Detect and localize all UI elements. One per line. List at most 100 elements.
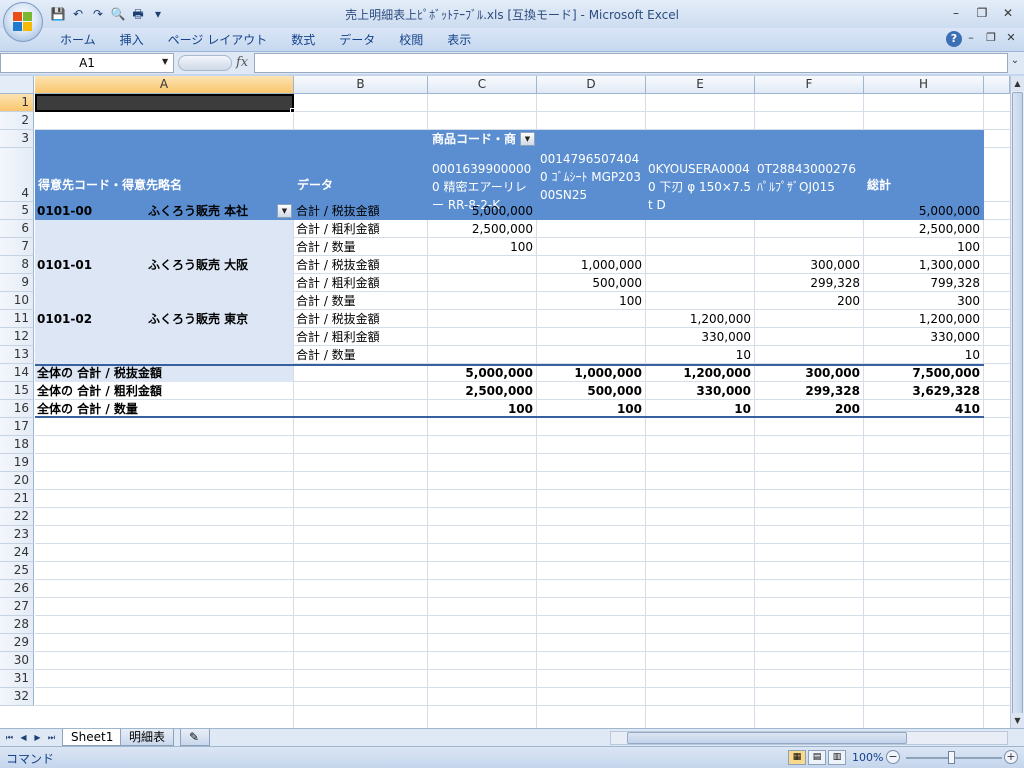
row-header[interactable]: 4	[0, 148, 34, 202]
column-header-b[interactable]: B	[294, 76, 428, 94]
row-header[interactable]: 5	[0, 202, 34, 220]
customer-name[interactable]: ふくろう販売 大阪	[148, 256, 292, 274]
row-header[interactable]: 32	[0, 688, 34, 706]
column-header-d[interactable]: D	[537, 76, 646, 94]
data-label[interactable]: 合計 / 税抜金額	[296, 310, 427, 328]
grand-total-value[interactable]: 2,500,000	[430, 382, 536, 400]
sheet-tab-sheet1[interactable]: Sheet1	[62, 729, 123, 746]
zoom-out-icon[interactable]: −	[886, 750, 900, 764]
customer-code[interactable]: 0101-00	[37, 202, 137, 220]
workbook-restore-button[interactable]: ❐	[984, 31, 998, 44]
tab-view[interactable]: 表示	[435, 31, 483, 51]
value-cell[interactable]	[648, 220, 754, 238]
normal-view-icon[interactable]: ▦	[788, 750, 806, 765]
value-cell[interactable]: 2,500,000	[866, 220, 983, 238]
value-cell[interactable]	[430, 346, 536, 364]
vertical-scroll-thumb[interactable]	[1012, 92, 1023, 742]
value-cell[interactable]: 1,300,000	[866, 256, 983, 274]
row-header[interactable]: 24	[0, 544, 34, 562]
first-sheet-icon[interactable]: ⏮	[4, 731, 15, 744]
data-label[interactable]: 合計 / 粗利金額	[296, 274, 427, 292]
select-all-corner[interactable]	[0, 76, 34, 94]
value-cell[interactable]	[757, 202, 863, 220]
value-cell[interactable]: 1,200,000	[648, 310, 754, 328]
vertical-scrollbar[interactable]: ▲ ▼	[1010, 76, 1024, 742]
close-button[interactable]: ✕	[996, 4, 1020, 22]
row-header[interactable]: 7	[0, 238, 34, 256]
grand-total-value[interactable]: 3,629,328	[866, 382, 983, 400]
customer-code[interactable]: 0101-02	[37, 310, 137, 328]
zoom-level[interactable]: 100%	[852, 751, 883, 764]
page-layout-view-icon[interactable]: ▤	[808, 750, 826, 765]
value-cell[interactable]: 100	[430, 238, 536, 256]
row-header[interactable]: 2	[0, 112, 34, 130]
grand-total-value[interactable]: 1,200,000	[648, 364, 754, 382]
value-cell[interactable]	[757, 220, 863, 238]
value-cell[interactable]: 100	[866, 238, 983, 256]
grand-total-label[interactable]: 全体の 合計 / 粗利金額	[37, 382, 292, 400]
value-cell[interactable]: 2,500,000	[430, 220, 536, 238]
column-header-e[interactable]: E	[646, 76, 755, 94]
value-cell[interactable]: 5,000,000	[430, 202, 536, 220]
value-cell[interactable]	[539, 202, 645, 220]
value-cell[interactable]	[648, 292, 754, 310]
grand-total-label[interactable]: 全体の 合計 / 税抜金額	[37, 364, 292, 382]
value-cell[interactable]: 299,328	[757, 274, 863, 292]
column-header-a[interactable]: A	[35, 76, 294, 94]
value-cell[interactable]	[648, 202, 754, 220]
value-cell[interactable]	[430, 328, 536, 346]
value-cell[interactable]	[430, 274, 536, 292]
data-label[interactable]: 合計 / 数量	[296, 346, 427, 364]
value-cell[interactable]	[648, 238, 754, 256]
value-cell[interactable]: 200	[757, 292, 863, 310]
customer-name[interactable]: ふくろう販売 東京	[148, 310, 292, 328]
formula-bar-splitter[interactable]	[178, 55, 232, 71]
scroll-up-icon[interactable]: ▲	[1011, 76, 1024, 91]
prev-sheet-icon[interactable]: ◀	[18, 731, 29, 744]
value-cell[interactable]	[539, 346, 645, 364]
grand-total-value[interactable]: 299,328	[757, 382, 863, 400]
restore-button[interactable]: ❐	[970, 4, 994, 22]
data-label[interactable]: 合計 / 数量	[296, 238, 427, 256]
selected-cell-a1[interactable]	[35, 94, 294, 112]
worksheet-grid[interactable]: ABCDEFH 1 2 3 4 5 6 7 8 9 10 11 12 13 14 15 16 17 18 19 20 2…	[0, 76, 1010, 728]
row-header[interactable]: 18	[0, 436, 34, 454]
row-header[interactable]: 16	[0, 400, 34, 418]
row-header[interactable]: 11	[0, 310, 34, 328]
row-header[interactable]: 9	[0, 274, 34, 292]
page-break-view-icon[interactable]: ▥	[828, 750, 846, 765]
value-cell[interactable]: 300	[866, 292, 983, 310]
tab-formulas[interactable]: 数式	[279, 31, 327, 51]
data-label[interactable]: 合計 / 税抜金額	[296, 256, 427, 274]
value-cell[interactable]	[648, 274, 754, 292]
value-cell[interactable]	[430, 292, 536, 310]
help-icon[interactable]: ?	[946, 31, 962, 47]
value-cell[interactable]: 300,000	[757, 256, 863, 274]
name-box[interactable]: A1	[0, 53, 174, 73]
grand-total-value[interactable]: 1,000,000	[539, 364, 645, 382]
data-label[interactable]: 合計 / 数量	[296, 292, 427, 310]
sheet-tab-meisaihyo[interactable]: 明細表	[120, 729, 175, 746]
next-sheet-icon[interactable]: ▶	[32, 731, 43, 744]
value-cell[interactable]: 1,200,000	[866, 310, 983, 328]
value-cell[interactable]	[539, 328, 645, 346]
value-cell[interactable]	[757, 310, 863, 328]
pivot-row-field[interactable]: 得意先コード・得意先略名	[38, 176, 288, 194]
tab-insert[interactable]: 挿入	[108, 31, 156, 51]
grand-total-value[interactable]: 500,000	[539, 382, 645, 400]
row-header[interactable]: 10	[0, 292, 34, 310]
grand-total-value[interactable]: 5,000,000	[430, 364, 536, 382]
value-cell[interactable]	[757, 238, 863, 256]
row-header[interactable]: 15	[0, 382, 34, 400]
row-header[interactable]: 21	[0, 490, 34, 508]
value-cell[interactable]	[757, 328, 863, 346]
value-cell[interactable]	[539, 238, 645, 256]
value-cell[interactable]: 330,000	[866, 328, 983, 346]
value-cell[interactable]: 500,000	[539, 274, 645, 292]
value-cell[interactable]	[539, 220, 645, 238]
column-header-f[interactable]: F	[755, 76, 864, 94]
workbook-close-button[interactable]: ✕	[1004, 31, 1018, 44]
value-cell[interactable]: 1,000,000	[539, 256, 645, 274]
workbook-minimize-button[interactable]: –	[964, 31, 978, 44]
column-header-h[interactable]: H	[864, 76, 984, 94]
